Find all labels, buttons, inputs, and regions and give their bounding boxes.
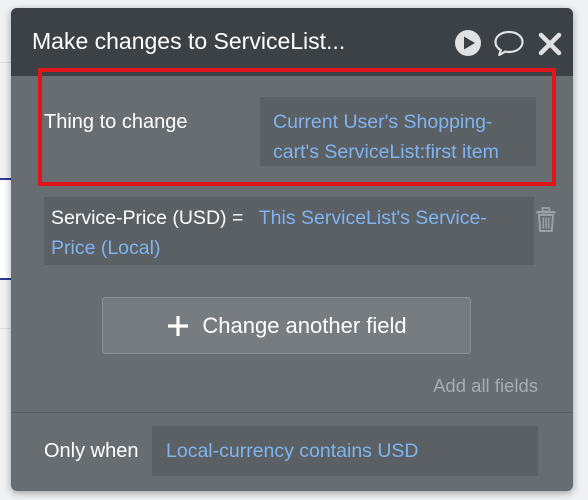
only-when-label: Only when (44, 440, 139, 462)
field-change-row[interactable]: Service-Price (USD) = This ServiceList's… (44, 197, 534, 265)
panel-title: Make changes to ServiceList... (32, 28, 346, 54)
property-editor-panel: Make changes to ServiceList... Thing to … (11, 8, 573, 491)
play-icon[interactable] (454, 29, 482, 57)
close-icon[interactable] (537, 29, 563, 57)
trash-icon[interactable] (535, 207, 557, 233)
change-another-field-label: Change another field (202, 312, 407, 338)
add-all-fields-link[interactable]: Add all fields (433, 375, 538, 397)
panel-header: Make changes to ServiceList... (11, 8, 573, 76)
field-change-text: Service-Price (USD) = This ServiceList's… (51, 203, 521, 263)
plus-icon (168, 315, 189, 336)
field-name: Service-Price (USD) (51, 207, 227, 229)
equals-sign: = (226, 207, 249, 229)
highlight-box (38, 68, 556, 186)
only-when-condition[interactable]: Local-currency contains USD (152, 426, 538, 476)
section-divider (11, 412, 573, 413)
change-another-field-button[interactable]: Change another field (102, 297, 471, 354)
comment-icon[interactable] (493, 29, 525, 57)
